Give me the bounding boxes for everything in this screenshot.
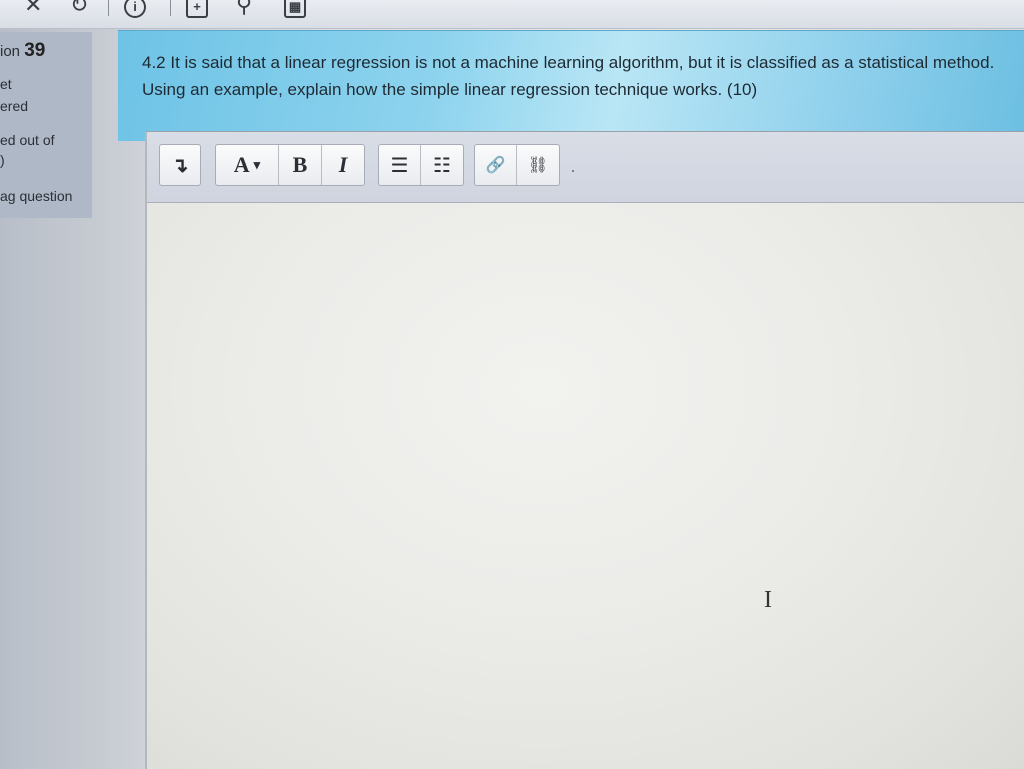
chevron-down-icon: ▾ xyxy=(253,157,261,172)
question-info-panel: ion 39 et ered ed out of ) ag question xyxy=(0,32,92,218)
italic-icon: I xyxy=(338,152,348,177)
toolbar-group-format: A ▾ B I xyxy=(215,144,365,186)
search-icon[interactable]: ⚲ xyxy=(236,0,252,16)
status-line-2: ered xyxy=(0,98,29,114)
calendar-icon[interactable]: ▦ xyxy=(284,0,306,18)
editor-toolbar: ↴ A ▾ B I ☰ ☷ 🔗 ⛓ xyxy=(147,132,1024,203)
question-text-box: 4.2 It is said that a linear regression … xyxy=(118,30,1024,141)
toolbar-group-expand: ↴ xyxy=(159,144,201,186)
unlink-button[interactable]: ⛓ xyxy=(517,145,559,185)
text-cursor-icon: I xyxy=(764,587,772,613)
bold-icon: B xyxy=(292,152,308,177)
answer-editor[interactable]: ↴ A ▾ B I ☰ ☷ 🔗 ⛓ I xyxy=(145,131,1024,769)
question-text: 4.2 It is said that a linear regression … xyxy=(142,53,995,99)
info-icon[interactable]: i xyxy=(124,0,146,18)
refresh-icon[interactable]: ↻ xyxy=(70,0,88,16)
expand-icon: ↴ xyxy=(171,154,189,177)
marked-out-of-label: ed out of xyxy=(0,132,55,148)
font-color-icon: A xyxy=(233,152,250,177)
ordered-list-icon: ☷ xyxy=(433,154,451,177)
expand-toolbar-button[interactable]: ↴ xyxy=(160,145,200,185)
ordered-list-button[interactable]: ☷ xyxy=(421,145,463,185)
status-line-1: et xyxy=(0,76,12,92)
editor-content-area[interactable] xyxy=(147,203,1024,769)
toolbar-group-links: 🔗 ⛓ xyxy=(474,144,560,186)
unlink-icon: ⛓ xyxy=(527,157,549,174)
font-color-button[interactable]: A ▾ xyxy=(216,145,279,185)
toolbar-dot xyxy=(572,170,574,172)
link-icon: 🔗 xyxy=(485,157,506,174)
question-label: ion xyxy=(0,43,21,60)
toolbar-separator xyxy=(170,0,171,16)
italic-button[interactable]: I xyxy=(322,145,364,185)
bold-button[interactable]: B xyxy=(279,145,322,185)
question-number: ion 39 xyxy=(0,40,45,62)
toolbar-group-lists: ☰ ☷ xyxy=(378,144,464,186)
link-button[interactable]: 🔗 xyxy=(475,145,517,185)
browser-toolbar: ✕ ↻ i + ⚲ ▦ xyxy=(0,0,1024,29)
unordered-list-button[interactable]: ☰ xyxy=(379,145,421,185)
unordered-list-icon: ☰ xyxy=(390,154,409,177)
toolbar-separator xyxy=(108,0,109,16)
add-icon[interactable]: + xyxy=(186,0,208,18)
marked-out-of-value: ) xyxy=(0,152,5,168)
back-icon[interactable]: ✕ xyxy=(24,0,42,16)
question-number-value: 39 xyxy=(24,40,46,61)
flag-question-link[interactable]: ag question xyxy=(0,188,72,204)
